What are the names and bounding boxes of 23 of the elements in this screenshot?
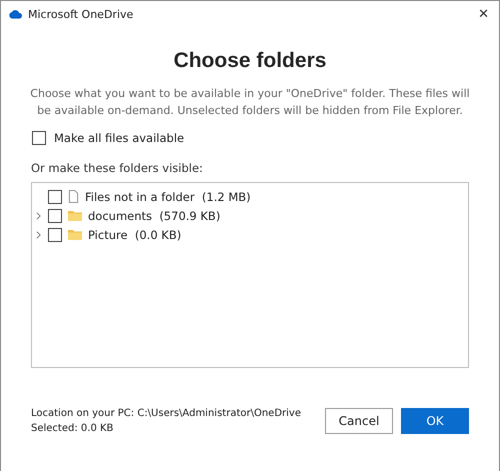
checkbox[interactable]	[32, 131, 46, 145]
description-text: Choose what you want to be available in your "OneDrive" folder. These files will be available on-demand. Unselected folders will be hidden from File Explorer.	[29, 86, 471, 119]
folder-icon	[68, 229, 82, 240]
tree-item-label[interactable]: documents (570.9 KB)	[88, 208, 220, 222]
checkbox[interactable]	[48, 190, 62, 204]
checkbox-label: Make all files available	[54, 131, 184, 145]
selected-size-text: Selected: 0.0 KB	[31, 423, 114, 434]
cloud-icon	[9, 10, 22, 18]
tree-item-label[interactable]: Picture (0.0 KB)	[88, 228, 182, 242]
file-icon	[68, 190, 79, 203]
tree-item-label[interactable]: Files not in a folder (1.2 MB)	[85, 190, 251, 204]
location-text: Location on your PC: C:\Users\Administrator\OneDrive	[31, 408, 301, 419]
chevron-icon[interactable]	[36, 230, 41, 238]
ok-button[interactable]: OK	[401, 408, 469, 434]
folder-icon	[68, 210, 82, 221]
checkbox[interactable]	[48, 228, 62, 242]
close-button[interactable]: ✕	[478, 6, 489, 22]
chevron-icon[interactable]	[36, 212, 41, 220]
cancel-button[interactable]: Cancel	[325, 408, 393, 434]
checkbox[interactable]	[48, 208, 62, 222]
folders-label: Or make these folders visible:	[31, 161, 204, 175]
window-title: Microsoft OneDrive	[28, 8, 134, 20]
dialog-heading: Choose folders	[172, 49, 328, 73]
